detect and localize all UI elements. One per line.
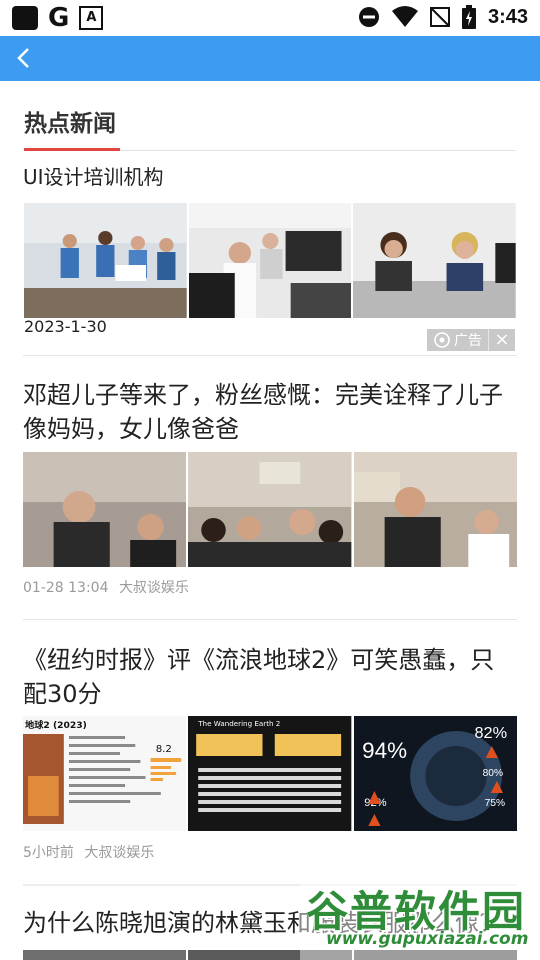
ad-label: 广告 × <box>427 329 515 351</box>
ad-close-button[interactable]: × <box>488 329 515 351</box>
watermark-url: www.gupuxiazai.com <box>326 929 529 949</box>
poster-big-pct: 94% <box>362 738 407 763</box>
watermark: 谷普软件园 www.gupuxiazai.com <box>300 874 536 960</box>
clock: 3:43 <box>487 5 528 28</box>
article-time: 5小时前 <box>23 845 74 861</box>
dnd-icon <box>358 7 379 27</box>
article-meta: 5小时前 大叔谈娱乐 <box>23 842 154 862</box>
article-image-3[interactable] <box>353 452 517 567</box>
article-source[interactable]: 大叔谈娱乐 <box>84 845 154 861</box>
article-time: 01-28 13:04 <box>23 580 109 596</box>
ad-image-2[interactable] <box>188 203 352 318</box>
ad-date: 2023-1-30 <box>24 317 107 336</box>
article-meta: 01-28 13:04 大叔谈娱乐 <box>23 577 189 597</box>
ad-image-3[interactable] <box>353 203 517 318</box>
no-signal-icon <box>429 7 450 27</box>
article-image-1[interactable] <box>23 950 187 960</box>
font-icon: A <box>79 6 104 30</box>
article-image-1[interactable] <box>23 452 187 567</box>
article-image-2[interactable] <box>188 452 352 567</box>
poster-score: 8.2 <box>156 744 172 755</box>
ad-image-1[interactable] <box>24 203 187 318</box>
poster-right-top: 82% <box>474 724 507 742</box>
article-image-2[interactable]: The Wandering Earth 2 <box>188 716 352 831</box>
divider <box>23 619 517 620</box>
ad-icon <box>434 332 450 348</box>
article-image-1[interactable]: 地球2 (2023) 8.2 <box>23 716 187 831</box>
status-bar: G A 3:43 <box>0 0 540 36</box>
notification-icon <box>12 6 38 30</box>
section-header: 热点新闻 <box>24 100 516 151</box>
poster-movie-title: 地球2 (2023) <box>25 719 87 731</box>
wifi-icon <box>391 6 418 27</box>
google-icon: G <box>48 3 70 33</box>
ad-title[interactable]: UI设计培训机构 <box>23 160 517 194</box>
section-title: 热点新闻 <box>24 111 116 137</box>
poster-caption: The Wandering Earth 2 <box>198 719 281 728</box>
app-bar <box>0 36 540 81</box>
poster-right-mid: 80% <box>482 768 502 779</box>
divider <box>23 355 517 356</box>
poster-right-bot: 75% <box>484 798 504 809</box>
ad-tag-text: 广告 <box>454 333 482 349</box>
section-title-underline <box>24 148 120 151</box>
battery-charging-icon <box>461 5 476 29</box>
back-arrow-icon[interactable] <box>10 44 38 72</box>
article-source[interactable]: 大叔谈娱乐 <box>119 580 189 596</box>
article-title[interactable]: 《纽约时报》评《流浪地球2》可笑愚蠢，只配30分 <box>23 643 517 711</box>
article-image-3[interactable]: 94% 92% 82% 80% 75% <box>353 716 517 831</box>
article-title[interactable]: 邓超儿子等来了，粉丝感慨：完美诠释了儿子像妈妈，女儿像爸爸 <box>23 378 517 446</box>
